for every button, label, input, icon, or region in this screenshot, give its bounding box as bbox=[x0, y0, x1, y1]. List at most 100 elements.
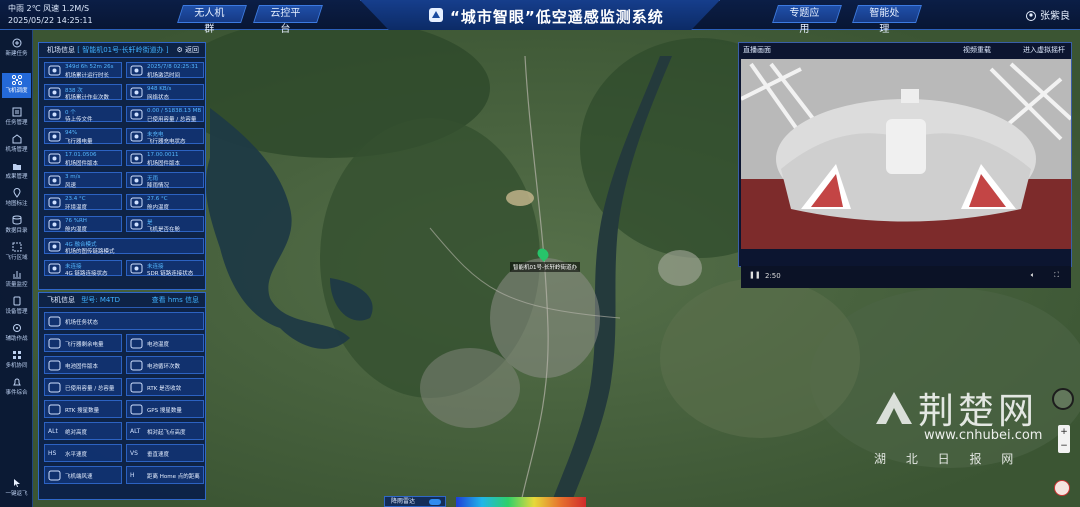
cursor-icon bbox=[13, 479, 20, 487]
airport-cell: 0 个待上传文件 bbox=[44, 106, 122, 123]
airport-cell: 27.6 °C 舱内温度 bbox=[126, 194, 204, 211]
wind-icon bbox=[48, 175, 61, 186]
drone-cell: 电池固件版本 bbox=[44, 356, 122, 374]
drone-cell: GPS 搜星数量 bbox=[126, 400, 204, 418]
back-button[interactable]: ⚙ 返回 bbox=[176, 43, 199, 58]
folder-icon bbox=[130, 109, 143, 120]
watermark-brand: 荆楚网 bbox=[918, 391, 1039, 432]
signal-icon bbox=[48, 263, 61, 274]
clock-icon bbox=[48, 65, 61, 76]
nav-item-airport-mgmt[interactable]: 机场管理 bbox=[2, 132, 31, 157]
nav-item-traffic-monitor[interactable]: 流量监控 bbox=[2, 267, 31, 292]
header-btn-drone-swarm[interactable]: 无人机群 bbox=[177, 5, 247, 35]
nav-item-results-mgmt[interactable]: 成果管理 bbox=[2, 159, 31, 184]
nav-item-event-overview[interactable]: 事件综合 bbox=[2, 375, 31, 400]
nav-item-map-annotation[interactable]: 地图标注 bbox=[2, 186, 31, 211]
metric-icon: VS bbox=[130, 450, 138, 457]
header-btn-smart-process[interactable]: 智能处理 bbox=[852, 5, 922, 35]
pin-icon bbox=[12, 188, 21, 198]
count-icon bbox=[48, 87, 61, 98]
plug-icon bbox=[130, 131, 143, 142]
virtual-joystick-button[interactable]: 进入虚拟摇杆 bbox=[1023, 43, 1065, 58]
locate-icon[interactable] bbox=[1054, 480, 1070, 496]
weather-readout: 中雨 2℃ 风速 1.2M/S bbox=[8, 4, 90, 13]
user-menu[interactable]: 张紫良 bbox=[1026, 7, 1070, 22]
drone-cell: 已使用容量 / 总容量 bbox=[44, 378, 122, 396]
chart-icon bbox=[12, 271, 21, 279]
drone-camera-feed bbox=[740, 59, 1073, 249]
bell-icon bbox=[12, 378, 21, 386]
drone-cell: 电池温度 bbox=[126, 334, 204, 352]
list-icon bbox=[12, 107, 21, 117]
drone-cell: ALT 相对起飞点高度 bbox=[126, 422, 204, 440]
zoom-controls[interactable]: + − bbox=[1058, 425, 1070, 453]
drone-icon bbox=[11, 75, 22, 85]
fullscreen-icon[interactable]: ⛶ bbox=[1054, 271, 1059, 280]
live-video-panel: 直播画面 视频重载 进入虚拟摇杆 ❚❚ 2:50 🔈︎ ⛶ bbox=[738, 42, 1073, 288]
video-controls: ❚❚ 2:50 🔈︎ ⛶ bbox=[741, 266, 1071, 288]
drone-cell: RTK 搜星数量 bbox=[44, 400, 122, 418]
video-reload-button[interactable]: 视频重载 bbox=[963, 43, 991, 58]
nav-item-one-key-return[interactable]: 一键返飞 bbox=[2, 476, 31, 501]
top-header: 中雨 2℃ 风速 1.2M/S 2025/05/22 14:25:11 无人机群… bbox=[0, 0, 1080, 35]
cloud-icon bbox=[130, 175, 143, 186]
map-location-label: 智能机01号-长轩岭街道办 bbox=[510, 262, 580, 272]
drone-cell: 机场任务状态 bbox=[44, 312, 204, 330]
status-icon bbox=[48, 382, 61, 393]
airport-cell: 94% 飞行器电量 bbox=[44, 128, 122, 145]
drone-model: 型号: M4TD bbox=[81, 296, 120, 304]
airport-selector[interactable]: [ 智能机01号-长轩岭街道办 ] bbox=[77, 46, 168, 54]
radar-color-legend bbox=[456, 497, 586, 507]
compass-icon[interactable] bbox=[1052, 388, 1074, 410]
header-btn-special-app[interactable]: 专题应用 bbox=[772, 5, 842, 35]
drone-cell: VS 垂直速度 bbox=[126, 444, 204, 462]
nav-item-device-mgmt[interactable]: 设备管理 bbox=[2, 294, 31, 319]
therm-icon bbox=[130, 197, 143, 208]
metric-icon: ALt bbox=[48, 428, 58, 435]
clock-icon bbox=[130, 65, 143, 76]
status-icon bbox=[48, 360, 61, 371]
airport-cell: 未连接 SDR 链路连接状态 bbox=[126, 260, 204, 277]
wifi-icon bbox=[130, 87, 143, 98]
metric-icon: HS bbox=[48, 450, 57, 457]
check-icon bbox=[130, 219, 143, 230]
nav-item-data-catalog[interactable]: 数据目录 bbox=[2, 213, 31, 238]
watermark-logo-icon bbox=[876, 392, 912, 424]
hms-link[interactable]: 查看 hms 信息 bbox=[152, 293, 199, 308]
nav-item-flight-dispatch[interactable]: 飞机调度 bbox=[2, 73, 31, 98]
airport-cell-wide: 4G 融合模式 机场的图传链路模式 bbox=[44, 238, 204, 255]
drone-cell: 电池循环次数 bbox=[126, 356, 204, 374]
grid-icon bbox=[12, 351, 21, 359]
battery-icon bbox=[48, 131, 61, 142]
pause-icon[interactable]: ❚❚ bbox=[749, 271, 761, 279]
nav-item-assist-ops[interactable]: 辅助作战 bbox=[2, 321, 31, 346]
nav-item-task-mgmt[interactable]: 任务管理 bbox=[2, 105, 31, 130]
airport-cell: 无雨 降雨情况 bbox=[126, 172, 204, 189]
video-frame[interactable]: ❚❚ 2:50 🔈︎ ⛶ bbox=[740, 59, 1073, 288]
database-icon bbox=[12, 215, 21, 225]
watermark-sub: 湖 北 日 报 网 bbox=[874, 452, 1022, 466]
status-icon bbox=[48, 404, 61, 415]
status-icon bbox=[130, 382, 143, 393]
system-logo-icon bbox=[429, 8, 443, 22]
drone-cell: H 距离 Home 点的距离 bbox=[126, 466, 204, 484]
rain-radar-toggle[interactable]: 降雨雷达 bbox=[384, 496, 446, 507]
page-title: “城市智眼”低空遥感监测系统 bbox=[450, 8, 664, 26]
video-header: 直播画面 视频重载 进入虚拟摇杆 bbox=[739, 43, 1071, 58]
airport-info-panel: 机场信息 [ 智能机01号-长轩岭街道办 ] ⚙ 返回 349d 6h 52m … bbox=[38, 42, 206, 290]
nav-item-multi-drone[interactable]: 多机协同 bbox=[2, 348, 31, 373]
toggle-switch[interactable] bbox=[429, 499, 441, 505]
folder-icon bbox=[12, 164, 21, 170]
airport-cell: 17.00.0011 机场固件版本 bbox=[126, 150, 204, 167]
header-btn-cloud-platform[interactable]: 云控平台 bbox=[253, 5, 323, 35]
nav-item-flight-zone[interactable]: 飞行区域 bbox=[2, 240, 31, 265]
chip-icon bbox=[130, 153, 143, 164]
nav-item-new-task[interactable]: 新建任务 bbox=[2, 36, 31, 61]
status-icon bbox=[130, 360, 143, 371]
volume-icon[interactable]: 🔈︎ bbox=[1031, 271, 1035, 280]
airport-cell: 838 次机场累计作业次数 bbox=[44, 84, 122, 101]
upload-icon bbox=[48, 109, 61, 120]
watermark-url: www.cnhubei.com bbox=[924, 428, 1043, 443]
status-icon bbox=[48, 338, 61, 349]
airport-cell: 0.00 / 51838.13 MB 已使用容量 / 总容量 bbox=[126, 106, 204, 123]
